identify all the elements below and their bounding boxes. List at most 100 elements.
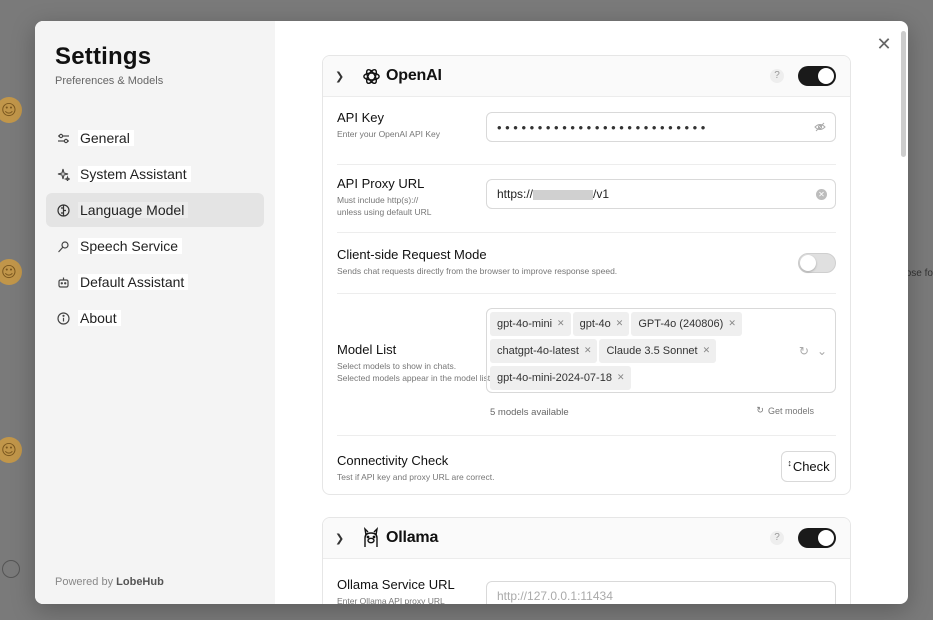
backdrop-text: ose fo xyxy=(905,268,933,279)
sidebar-item-system-assistant[interactable]: System Assistant xyxy=(46,157,264,191)
ollama-logo-icon xyxy=(361,527,381,548)
refresh-icon: ↻ xyxy=(756,405,764,415)
close-icon[interactable]: ✕ xyxy=(876,36,892,54)
sidebar-item-default-assistant[interactable]: Default Assistant xyxy=(46,265,264,299)
model-select-actions: ↻ ⌄ xyxy=(799,344,827,358)
remove-tag-icon[interactable]: ✕ xyxy=(616,319,624,329)
check-status-icon: ↕ xyxy=(787,457,792,468)
model-tag-label: chatgpt-4o-latest xyxy=(497,345,579,357)
model-tag-label: gpt-4o-mini xyxy=(497,318,553,330)
api-key-value: •••••••••••••••••••••••••• xyxy=(497,119,709,135)
connectivity-row: Connectivity Check Test if API key and p… xyxy=(337,436,836,494)
sidebar-item-speech-service[interactable]: Speech Service xyxy=(46,229,264,263)
provider-name: Ollama xyxy=(386,529,439,546)
eye-off-icon[interactable] xyxy=(813,120,827,134)
sidebar-item-label: General xyxy=(78,130,134,146)
client-mode-desc: Sends chat requests directly from the br… xyxy=(337,266,618,276)
model-tag[interactable]: gpt-4o-mini-2024-07-18 ✕ xyxy=(490,366,631,390)
model-tag-label: Claude 3.5 Sonnet xyxy=(606,345,698,357)
backdrop-info-icon xyxy=(2,560,20,578)
powered-by-prefix: Powered by xyxy=(55,576,114,588)
redacted-block xyxy=(533,189,594,200)
settings-content: ✕ ❯ OpenAI ? API Key Enter your OpenAI A… xyxy=(275,21,908,604)
remove-tag-icon[interactable]: ✕ xyxy=(703,346,711,356)
model-select[interactable]: gpt-4o-mini ✕ gpt-4o ✕ GPT-4o (240806) ✕ ch… xyxy=(486,308,836,393)
remove-tag-icon[interactable]: ✕ xyxy=(557,319,565,329)
mic-icon xyxy=(56,239,70,253)
sidebar-item-label: About xyxy=(78,310,121,326)
sparkles-icon xyxy=(56,167,70,181)
model-tag-label: gpt-4o-mini-2024-07-18 xyxy=(497,372,612,384)
settings-sidebar: Settings Preferences & Models General Sy… xyxy=(35,21,275,604)
refresh-icon[interactable]: ↻ xyxy=(799,344,809,358)
scrollbar[interactable] xyxy=(901,31,906,157)
sidebar-item-about[interactable]: About xyxy=(46,301,264,335)
get-models-button[interactable]: ↻ Get models xyxy=(756,405,814,416)
brain-icon xyxy=(56,203,70,217)
client-mode-row: Client-side Request Mode Sends chat requ… xyxy=(337,233,836,294)
remove-tag-icon[interactable]: ✕ xyxy=(584,346,592,356)
sidebar-item-label: System Assistant xyxy=(78,166,191,182)
ollama-url-title: Ollama Service URL xyxy=(337,577,455,592)
page-subtitle: Preferences & Models xyxy=(55,75,164,87)
ollama-url-placeholder: http://127.0.0.1:11434 xyxy=(497,589,613,603)
provider-header[interactable]: ❯ Ollama ? xyxy=(323,518,850,559)
sidebar-item-label: Default Assistant xyxy=(78,274,189,290)
ollama-url-row: Ollama Service URL Enter Ollama API prox… xyxy=(337,559,836,604)
clear-icon[interactable]: ✕ xyxy=(816,188,827,200)
connectivity-desc: Test if API key and proxy URL are correc… xyxy=(337,472,495,482)
model-tag[interactable]: GPT-4o (240806) ✕ xyxy=(631,312,742,336)
chevron-down-icon[interactable]: ⌄ xyxy=(817,344,827,358)
powered-by-brand: LobeHub xyxy=(116,576,164,588)
sidebar-item-label: Language Model xyxy=(78,202,189,218)
model-tag[interactable]: Claude 3.5 Sonnet ✕ xyxy=(599,339,717,363)
proxy-url-input[interactable]: https:// /v1 ✕ xyxy=(486,179,836,209)
api-key-row: API Key Enter your OpenAI API Key ••••••… xyxy=(337,97,836,165)
sidebar-item-language-model[interactable]: Language Model xyxy=(46,193,264,227)
model-tag[interactable]: chatgpt-4o-latest ✕ xyxy=(490,339,598,363)
provider-header[interactable]: ❯ OpenAI ? xyxy=(323,56,850,97)
provider-enable-toggle[interactable] xyxy=(798,66,836,86)
remove-tag-icon[interactable]: ✕ xyxy=(728,319,736,329)
chevron-down-icon[interactable]: ❯ xyxy=(335,532,349,545)
check-button-label: Check xyxy=(792,459,830,474)
model-tag[interactable]: gpt-4o ✕ xyxy=(572,312,630,336)
help-icon[interactable]: ? xyxy=(770,531,784,545)
proxy-url-prefix: https:// xyxy=(497,187,534,201)
provider-card-ollama: ❯ Ollama ? Ollama Service URL Enter Olla… xyxy=(322,517,851,604)
backdrop-avatar-icon: ☺ xyxy=(0,97,22,123)
ollama-url-desc: Enter Ollama API proxy URL xyxy=(337,596,445,604)
provider-name: OpenAI xyxy=(386,67,442,84)
help-icon[interactable]: ? xyxy=(770,69,784,83)
proxy-url-row: API Proxy URL Must include http(s):// un… xyxy=(337,165,836,233)
models-available-count: 5 models available xyxy=(490,407,569,418)
backdrop-avatar-icon: ☺ xyxy=(0,437,22,463)
powered-by: Powered by LobeHub xyxy=(55,576,164,588)
connectivity-title: Connectivity Check xyxy=(337,453,449,468)
backdrop-avatar-icon: ☺ xyxy=(0,259,22,285)
api-key-input[interactable]: •••••••••••••••••••••••••• xyxy=(486,112,836,142)
sidebar-item-general[interactable]: General xyxy=(46,121,264,155)
proxy-url-suffix: /v1 xyxy=(593,187,610,201)
sliders-icon xyxy=(56,131,70,145)
settings-modal: Settings Preferences & Models General Sy… xyxy=(35,21,908,604)
info-icon xyxy=(56,311,70,325)
bot-icon xyxy=(56,275,70,289)
chevron-down-icon[interactable]: ❯ xyxy=(335,70,349,83)
sidebar-item-label: Speech Service xyxy=(78,238,183,254)
check-button[interactable]: ↕ Check xyxy=(781,451,836,482)
provider-enable-toggle[interactable] xyxy=(798,528,836,548)
model-list-row: Model List Select models to show in chat… xyxy=(337,294,836,436)
page-title: Settings xyxy=(55,43,152,70)
sidebar-nav: General System Assistant Language Model … xyxy=(46,121,264,335)
openai-logo-icon xyxy=(361,66,381,86)
ollama-url-input[interactable]: http://127.0.0.1:11434 xyxy=(486,581,836,604)
model-tag-label: GPT-4o (240806) xyxy=(638,318,724,330)
model-tag-label: gpt-4o xyxy=(579,318,611,330)
proxy-url-value: https:// /v1 xyxy=(497,187,816,201)
remove-tag-icon[interactable]: ✕ xyxy=(617,373,625,383)
client-mode-title: Client-side Request Mode xyxy=(337,247,487,262)
provider-card-openai: ❯ OpenAI ? API Key Enter your OpenAI API… xyxy=(322,55,851,495)
client-mode-toggle[interactable] xyxy=(798,253,836,273)
model-tag[interactable]: gpt-4o-mini ✕ xyxy=(490,312,571,336)
